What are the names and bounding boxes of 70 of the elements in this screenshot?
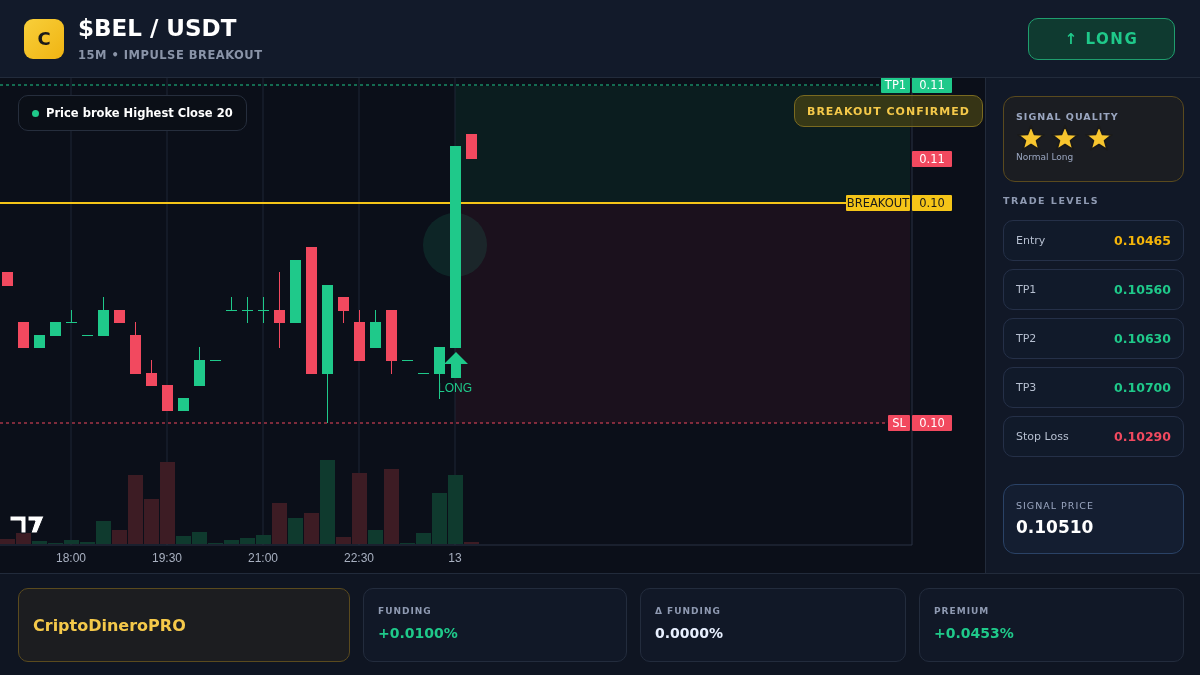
level-name-tag: SL bbox=[888, 415, 910, 431]
stat-value: 0.0000% bbox=[655, 625, 725, 641]
stat-label: Δ FUNDING bbox=[655, 606, 722, 616]
time-label: 19:30 bbox=[152, 551, 182, 565]
candle bbox=[418, 372, 429, 375]
candle bbox=[50, 321, 61, 337]
stat-value: +0.0453% bbox=[934, 625, 1015, 641]
level-value: 0.10700 bbox=[1114, 380, 1171, 395]
candle bbox=[34, 334, 45, 349]
level-value: 0.10290 bbox=[1114, 429, 1171, 444]
candle bbox=[338, 296, 349, 324]
candle bbox=[402, 359, 413, 362]
candle bbox=[162, 384, 173, 412]
level-label: TP2 bbox=[1016, 332, 1037, 345]
candle bbox=[66, 309, 77, 324]
level-label: Entry bbox=[1016, 234, 1046, 247]
star-icon bbox=[1051, 124, 1079, 152]
candle bbox=[82, 334, 93, 337]
price-tag: 0.10 bbox=[912, 415, 952, 431]
candle bbox=[354, 309, 365, 362]
candle bbox=[146, 359, 157, 387]
level-value: 0.10630 bbox=[1114, 331, 1171, 346]
star-icon bbox=[1017, 124, 1045, 152]
price-tag: 0.10 bbox=[912, 195, 952, 211]
stat-value: +0.0100% bbox=[378, 625, 459, 641]
stat-label: FUNDING bbox=[378, 606, 433, 616]
level-label: TP1 bbox=[1016, 283, 1037, 296]
candle bbox=[130, 321, 141, 375]
price-tag: 0.11 bbox=[912, 151, 952, 167]
quality-label: Normal Long bbox=[1016, 152, 1075, 162]
breakout-badge: BREAKOUT CONFIRMED bbox=[794, 95, 983, 127]
candle bbox=[242, 296, 253, 324]
candle bbox=[370, 309, 381, 349]
status-pill: Price broke Highest Close 20 bbox=[18, 95, 247, 131]
up-arrow-icon bbox=[444, 352, 468, 378]
level-label: TP3 bbox=[1016, 381, 1037, 394]
logo-badge: C bbox=[24, 18, 64, 59]
price-label: SIGNAL PRICE bbox=[1016, 500, 1095, 511]
pair-title: $BEL / USDT bbox=[78, 15, 238, 41]
stat-label: PREMIUM bbox=[934, 606, 991, 616]
candle bbox=[466, 133, 477, 160]
section-title: TRADE LEVELS bbox=[1003, 195, 1101, 206]
long-button[interactable]: ↑ LONG bbox=[1028, 17, 1175, 60]
level-value: 0.10560 bbox=[1114, 282, 1171, 297]
price-tag: 0.11 bbox=[912, 78, 952, 93]
level-label: Stop Loss bbox=[1016, 430, 1069, 443]
candle bbox=[114, 309, 125, 324]
level-name-tag: BREAKOUT bbox=[846, 195, 910, 211]
candle bbox=[18, 321, 29, 349]
chart-logo-icon bbox=[9, 515, 45, 534]
time-label: 22:30 bbox=[344, 551, 374, 565]
candle bbox=[258, 296, 269, 324]
candle bbox=[386, 309, 397, 375]
level-name-tag: TP1 bbox=[881, 78, 910, 93]
time-label: 18:00 bbox=[56, 551, 86, 565]
level-value: 0.10465 bbox=[1114, 233, 1171, 248]
candle bbox=[194, 346, 205, 387]
candle bbox=[178, 397, 189, 412]
time-label: 13 bbox=[448, 551, 462, 565]
card-title: SIGNAL QUALITY bbox=[1016, 111, 1120, 122]
price-value: 0.10510 bbox=[1016, 517, 1095, 537]
candle bbox=[226, 296, 237, 312]
brand-name: CriptoDineroPRO bbox=[33, 615, 186, 635]
strategy-subtitle: 15M • IMPULSE BREAKOUT bbox=[78, 48, 264, 62]
star-icon bbox=[1085, 124, 1113, 152]
candle bbox=[2, 271, 13, 287]
candle bbox=[290, 259, 301, 324]
candle bbox=[98, 296, 109, 337]
time-label: 21:00 bbox=[248, 551, 278, 565]
candle bbox=[210, 359, 221, 362]
